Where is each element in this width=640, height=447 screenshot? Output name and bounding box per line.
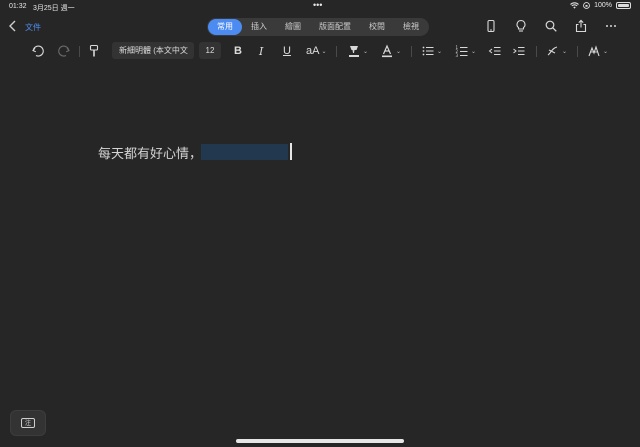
- chevron-down-icon: ⌄: [603, 48, 609, 55]
- chevron-down-icon: ⌄: [437, 48, 443, 55]
- styles-icon: [547, 46, 558, 56]
- chevron-down-icon: ⌄: [363, 48, 369, 55]
- app-header: 文件 常用 插入 繪圖 版面配置 校閱 檢視: [0, 14, 640, 40]
- tab-insert[interactable]: 插入: [242, 19, 276, 35]
- underline-button[interactable]: U: [283, 43, 291, 59]
- text-cursor: [290, 143, 292, 160]
- increase-indent-icon: [513, 47, 525, 55]
- highlight-button[interactable]: ⌄: [347, 43, 368, 59]
- keyboard-icon: 注: [21, 418, 35, 428]
- divider: [536, 46, 537, 57]
- undo-button[interactable]: [31, 43, 45, 59]
- increase-indent-button[interactable]: [512, 43, 526, 59]
- font-color-button[interactable]: ⌄: [380, 43, 401, 59]
- divider: [577, 46, 578, 57]
- chevron-down-icon: ⌄: [396, 48, 402, 55]
- bold-button[interactable]: B: [234, 43, 242, 59]
- font-grow-label: aA: [306, 45, 320, 57]
- font-name-field[interactable]: 新細明體 (本文中文: [112, 42, 194, 59]
- battery-icon: [616, 2, 631, 9]
- more-icon[interactable]: [604, 19, 618, 33]
- italic-button[interactable]: I: [259, 43, 263, 59]
- tab-review[interactable]: 校閱: [360, 19, 394, 35]
- keyboard-toggle-button[interactable]: 注: [10, 410, 46, 436]
- redo-icon: [58, 45, 70, 57]
- share-icon[interactable]: [574, 19, 588, 33]
- font-size-menu-button[interactable]: aA ⌄: [306, 43, 327, 59]
- redo-button[interactable]: [57, 43, 71, 59]
- tab-layout[interactable]: 版面配置: [310, 19, 360, 35]
- multitask-dots[interactable]: •••: [313, 0, 322, 10]
- document-body-text[interactable]: 每天都有好心情，: [98, 143, 202, 162]
- undo-icon: [32, 45, 44, 57]
- header-actions: [484, 19, 618, 33]
- phone-view-icon[interactable]: [484, 19, 498, 33]
- battery-percent: 100%: [594, 2, 612, 9]
- orientation-lock-icon: [583, 2, 591, 9]
- ribbon-tabs: 常用 插入 繪圖 版面配置 校閱 檢視: [207, 18, 429, 36]
- doc-name-link[interactable]: 文件: [25, 22, 41, 33]
- lightbulb-icon[interactable]: [514, 19, 528, 33]
- numbering-button[interactable]: 123 ⌄: [455, 43, 477, 59]
- numbered-list-icon: 123: [456, 45, 468, 58]
- format-painter-icon: [89, 44, 99, 57]
- bullet-list-icon: [422, 46, 434, 56]
- decrease-indent-button[interactable]: [488, 43, 502, 59]
- format-painter-button[interactable]: [87, 43, 101, 59]
- chevron-down-icon: ⌄: [471, 48, 477, 55]
- status-date: 3月25日 週一: [33, 5, 75, 12]
- divider: [411, 46, 412, 57]
- search-icon[interactable]: [544, 19, 558, 33]
- ribbon-toolbar: 新細明體 (本文中文 12 B I U aA ⌄ ⌄ ⌄ ⌄ 123 ⌄ ⌄ ⌄: [0, 40, 640, 62]
- svg-text:3: 3: [456, 53, 459, 58]
- highlighter-icon: [349, 46, 359, 57]
- status-time: 01:32: [9, 3, 27, 10]
- tab-home[interactable]: 常用: [208, 19, 242, 35]
- divider: [79, 46, 80, 57]
- home-indicator[interactable]: [236, 439, 404, 443]
- bullets-button[interactable]: ⌄: [421, 43, 442, 59]
- status-right: 100%: [570, 2, 631, 9]
- font-color-icon: [382, 44, 392, 58]
- tab-draw[interactable]: 繪圖: [276, 19, 310, 35]
- pen-style-icon: [588, 45, 600, 57]
- styles-button[interactable]: ⌄: [546, 43, 567, 59]
- decrease-indent-icon: [488, 47, 501, 55]
- dictate-style-button[interactable]: ⌄: [587, 43, 608, 59]
- chevron-down-icon: ⌄: [562, 48, 568, 55]
- text-selection: [201, 144, 288, 160]
- wifi-icon: [570, 2, 579, 9]
- status-bar: 01:32 3月25日 週一 ••• 100%: [0, 0, 640, 14]
- divider: [336, 46, 337, 57]
- chevron-down-icon: ⌄: [321, 48, 327, 55]
- back-chevron-icon[interactable]: [6, 19, 20, 33]
- tab-view[interactable]: 檢視: [394, 19, 428, 35]
- font-size-field[interactable]: 12: [199, 42, 221, 59]
